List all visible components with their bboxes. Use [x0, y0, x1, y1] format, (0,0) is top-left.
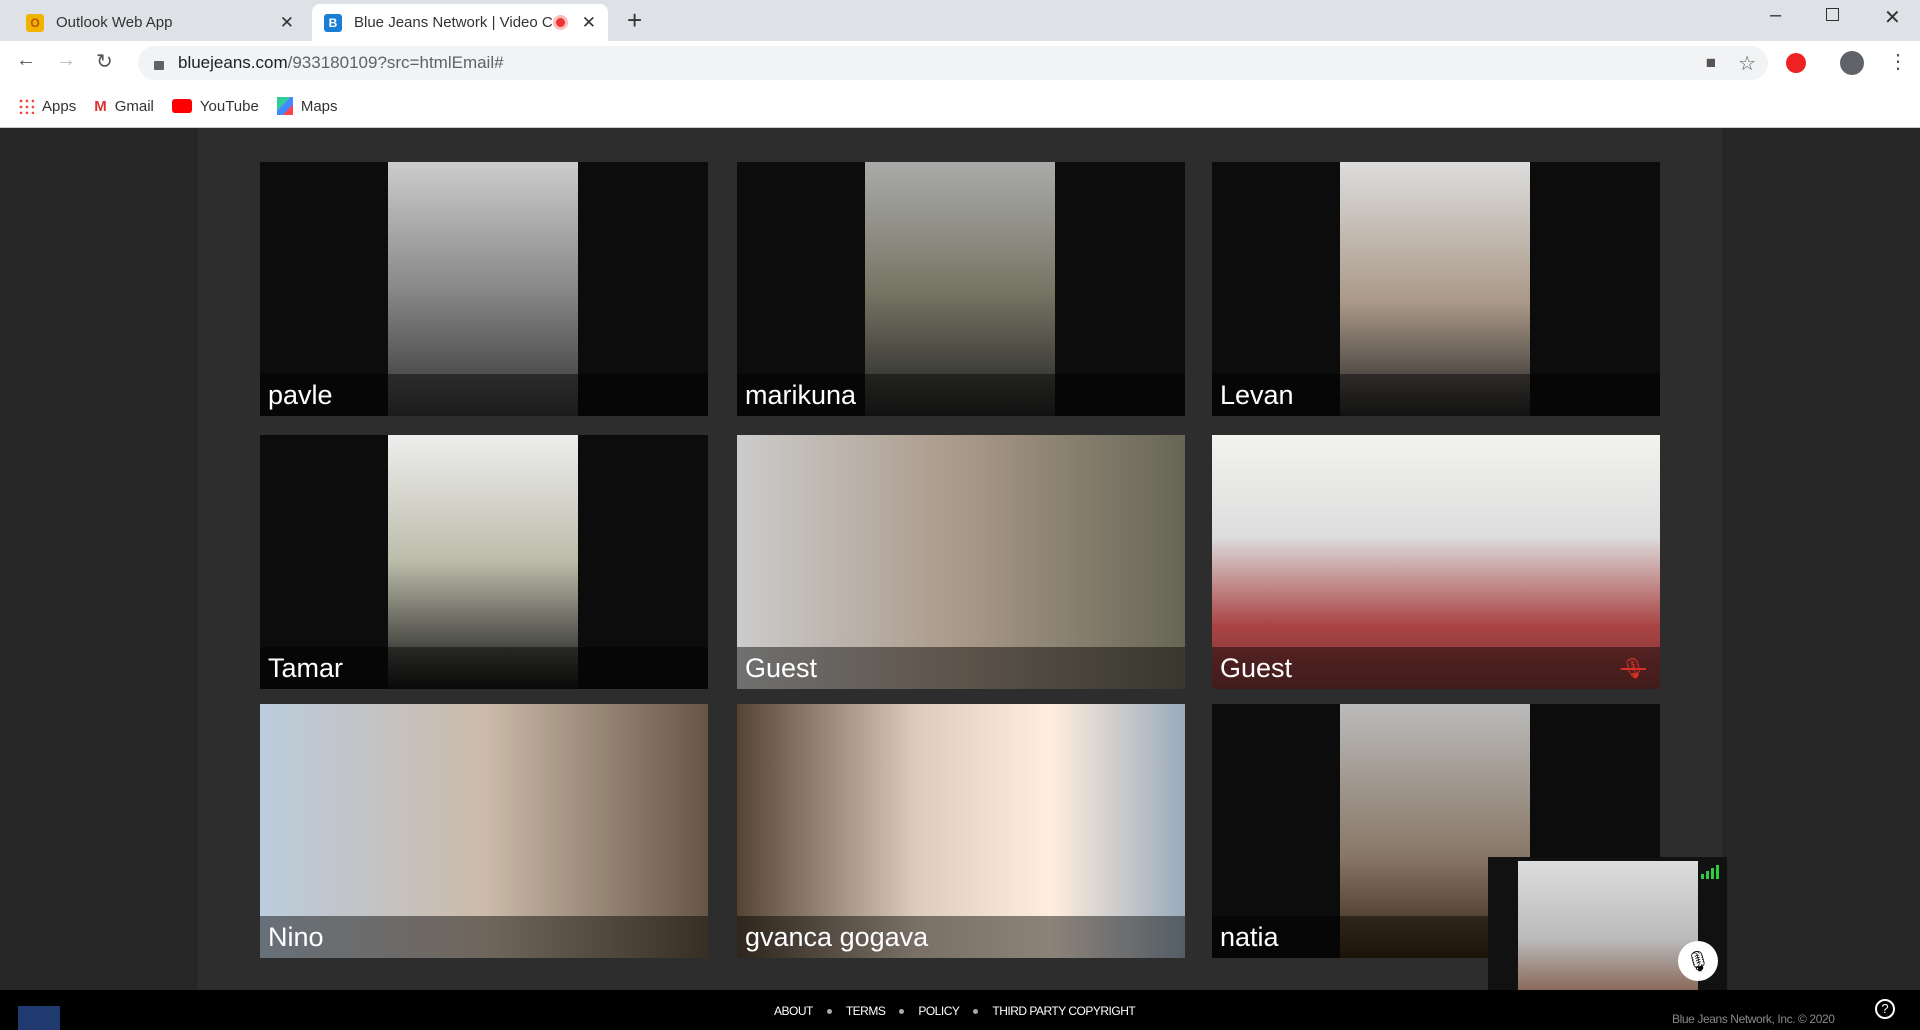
participant-tile[interactable]: Nino — [260, 704, 708, 958]
address-toolbar: ← → ↻ bluejeans.com/933180109?src=htmlEm… — [0, 41, 1920, 85]
apps-grid-icon — [18, 98, 34, 114]
bookmark-label: YouTube — [199, 97, 259, 115]
participant-name: Guest — [737, 647, 1185, 689]
url-path: /933180109?src=htmlEmail# — [287, 53, 504, 72]
participant-tile[interactable]: Tamar — [260, 435, 708, 689]
gmail-icon: M — [94, 97, 107, 115]
council-logo — [18, 1006, 60, 1030]
participant-name: Nino — [260, 916, 708, 958]
close-tab-icon[interactable]: ✕ — [582, 13, 596, 33]
tab-outlook[interactable]: O Outlook Web App ✕ — [14, 4, 306, 41]
policy-link[interactable]: POLICY — [918, 1004, 960, 1018]
participant-tile[interactable]: Guest 🎙 — [1212, 435, 1660, 689]
profile-icon[interactable] — [1840, 51, 1864, 75]
url-host: bluejeans.com — [178, 53, 288, 72]
tab-title: Blue Jeans Network | Video C — [354, 14, 553, 31]
self-video — [1518, 861, 1698, 990]
forward-icon[interactable]: → — [56, 49, 76, 72]
outlook-icon: O — [26, 13, 44, 32]
recording-icon — [553, 15, 568, 30]
participant-name: Tamar — [260, 647, 708, 689]
third-party-copyright-link[interactable]: THIRD PARTY COPYRIGHT — [992, 1004, 1135, 1018]
maps-icon — [276, 97, 293, 115]
youtube-icon — [171, 99, 192, 113]
address-bar[interactable]: bluejeans.com/933180109?src=htmlEmail# ■… — [138, 46, 1768, 80]
participant-name: Levan — [1212, 374, 1660, 416]
participant-tile[interactable]: Guest — [737, 435, 1185, 689]
camera-icon[interactable]: ■ — [1706, 53, 1716, 73]
bookmark-label: Gmail — [114, 97, 154, 115]
bookmark-label: Apps — [42, 97, 77, 115]
tab-bluejeans[interactable]: B Blue Jeans Network | Video C ✕ — [312, 4, 608, 41]
bookmark-gmail[interactable]: M Gmail — [94, 98, 154, 115]
bookmarks-bar: Apps M Gmail YouTube Maps — [0, 85, 1920, 128]
new-tab-button[interactable]: + — [627, 5, 642, 36]
close-window-button[interactable]: ✕ — [1884, 5, 1901, 30]
participant-tile[interactable]: marikuna — [737, 162, 1185, 416]
lock-icon — [154, 61, 164, 70]
back-icon[interactable]: ← — [16, 49, 36, 72]
help-icon[interactable]: ? — [1875, 999, 1895, 1019]
bookmark-maps[interactable]: Maps — [276, 97, 338, 115]
close-tab-icon[interactable]: ✕ — [280, 13, 294, 33]
tab-bar: O Outlook Web App ✕ B Blue Jeans Network… — [0, 0, 1920, 41]
copyright-text: Blue Jeans Network, Inc. © 2020 — [1672, 1012, 1835, 1026]
about-link[interactable]: ABOUT — [774, 1004, 813, 1018]
menu-icon[interactable]: ⋮ — [1888, 49, 1908, 74]
microphone-button[interactable]: 🎙 — [1678, 941, 1718, 981]
bluejeans-icon: B — [324, 13, 342, 32]
bookmark-youtube[interactable]: YouTube — [171, 97, 259, 115]
bookmark-apps[interactable]: Apps — [18, 98, 76, 115]
bookmark-label: Maps — [300, 97, 338, 115]
participant-tile[interactable]: gvanca gogava — [737, 704, 1185, 958]
muted-microphone-icon: 🎙 — [1620, 658, 1646, 680]
tab-title: Outlook Web App — [56, 14, 173, 31]
participant-name: pavle — [260, 374, 708, 416]
restore-button[interactable] — [1826, 8, 1839, 21]
self-view[interactable]: 🎙 — [1488, 857, 1727, 990]
footer: ABOUT TERMS POLICY THIRD PARTY COPYRIGHT… — [0, 990, 1920, 1030]
reload-icon[interactable]: ↻ — [96, 49, 113, 74]
bookmark-star-icon[interactable]: ☆ — [1738, 51, 1756, 76]
minimize-button[interactable]: – — [1770, 4, 1781, 27]
participant-name: Guest — [1212, 647, 1660, 689]
participant-name: marikuna — [737, 374, 1185, 416]
participant-tile[interactable]: pavle — [260, 162, 708, 416]
extension-icon[interactable] — [1786, 53, 1806, 73]
terms-link[interactable]: TERMS — [846, 1004, 886, 1018]
participant-name: gvanca gogava — [737, 916, 1185, 958]
participant-tile[interactable]: Levan — [1212, 162, 1660, 416]
signal-strength-icon — [1701, 865, 1719, 879]
